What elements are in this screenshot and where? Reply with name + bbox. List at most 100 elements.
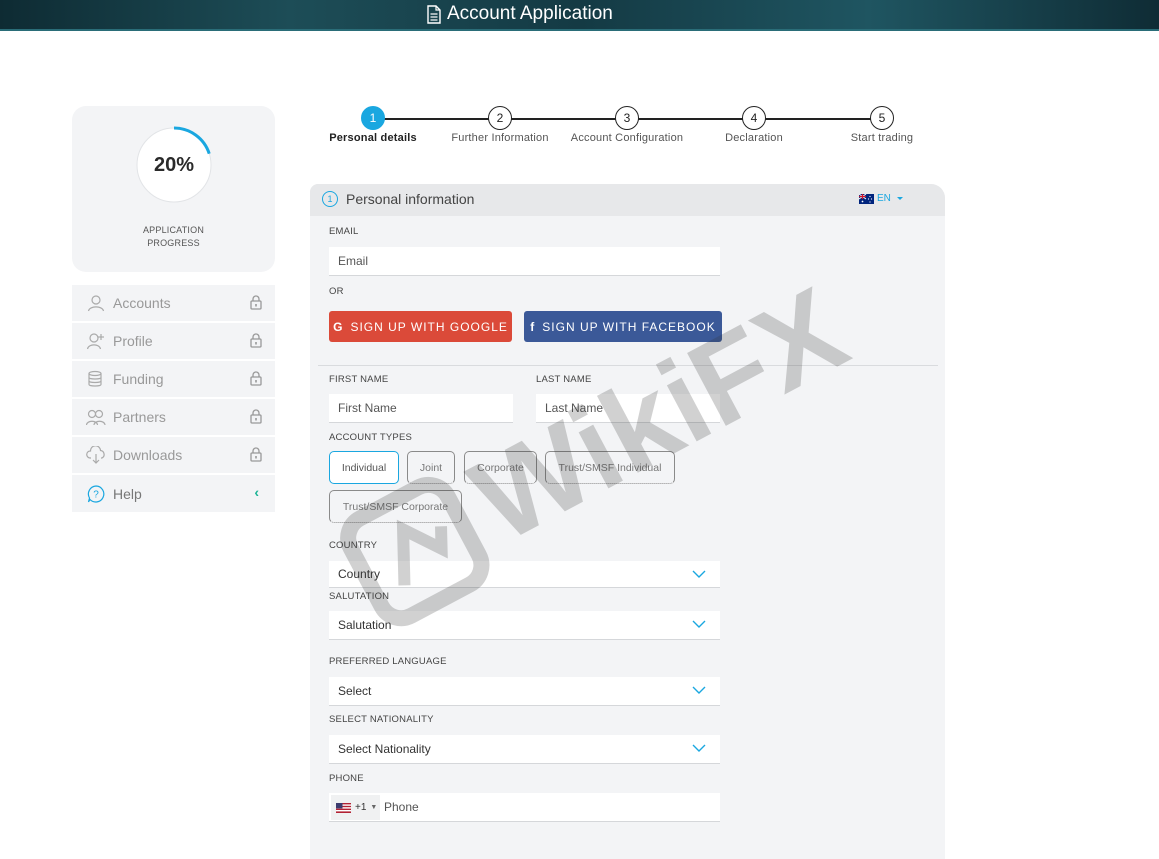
- sidebar-item-label: Accounts: [113, 295, 171, 311]
- step-label: Further Information: [451, 132, 549, 144]
- language-code: EN: [877, 193, 891, 204]
- panel-header: 1 Personal information EN: [310, 184, 945, 216]
- step-label: Personal details: [329, 132, 417, 144]
- account-type-trust-smsf-individual[interactable]: Trust/SMSF Individual: [545, 451, 675, 484]
- app-header: Account Application: [0, 0, 1159, 31]
- step-number: 3: [615, 106, 639, 130]
- email-input[interactable]: [329, 247, 720, 276]
- caret-down-icon: ▼: [370, 804, 378, 811]
- help-icon: ?: [86, 484, 106, 504]
- google-icon: G: [333, 319, 344, 334]
- phone-country-code-select[interactable]: +1 ▼: [331, 795, 380, 820]
- country-label: COUNTRY: [329, 540, 378, 551]
- step-number: 2: [488, 106, 512, 130]
- australia-flag-icon: [859, 193, 874, 204]
- form-divider: [318, 365, 938, 366]
- step-number: 1: [361, 106, 385, 130]
- cloud-download-icon: [86, 445, 106, 465]
- step-start-trading[interactable]: 5 Start trading: [812, 106, 952, 144]
- user-icon: [86, 293, 106, 313]
- step-declaration[interactable]: 4 Declaration: [684, 106, 824, 144]
- language-selector[interactable]: EN: [859, 193, 903, 204]
- step-personal-details[interactable]: 1 Personal details: [303, 106, 443, 144]
- preferred-language-value: Select: [338, 684, 372, 698]
- personal-information-panel: 1 Personal information EN EMAIL OR G SIG…: [310, 184, 945, 859]
- sidebar-item-help[interactable]: ? Help ‹: [72, 475, 275, 512]
- nationality-select-value: Select Nationality: [338, 742, 431, 756]
- phone-country-code: +1: [355, 802, 367, 813]
- step-further-information[interactable]: 2 Further Information: [430, 106, 570, 144]
- facebook-signup-label: SIGN UP WITH FACEBOOK: [542, 319, 716, 334]
- sidebar-item-label: Downloads: [113, 447, 183, 463]
- sidebar-item-downloads[interactable]: Downloads: [72, 437, 275, 473]
- sidebar-item-label: Partners: [113, 409, 166, 425]
- page-title-text: Account Application: [447, 3, 613, 24]
- sidebar-item-label: Funding: [113, 371, 164, 387]
- section-title: Personal information: [346, 191, 475, 207]
- or-label: OR: [329, 286, 344, 297]
- sidebar-item-label: Help: [113, 485, 142, 502]
- account-types-label: ACCOUNT TYPES: [329, 432, 413, 443]
- account-type-joint[interactable]: Joint: [407, 451, 455, 484]
- country-select-value: Country: [338, 567, 381, 581]
- step-account-configuration[interactable]: 3 Account Configuration: [557, 106, 697, 144]
- application-stepper: 1 Personal details 2 Further Information…: [320, 106, 930, 146]
- chevron-left-icon[interactable]: ‹: [254, 484, 259, 500]
- sidebar-item-funding[interactable]: Funding: [72, 361, 275, 397]
- progress-percent: 20%: [153, 153, 195, 176]
- account-type-trust-smsf-corporate[interactable]: Trust/SMSF Corporate: [329, 490, 462, 523]
- account-type-corporate[interactable]: Corporate: [464, 451, 537, 484]
- last-name-label: LAST NAME: [536, 374, 592, 385]
- google-signup-label: SIGN UP WITH GOOGLE: [350, 319, 508, 334]
- first-name-input[interactable]: [329, 394, 513, 423]
- salutation-select[interactable]: Salutation: [329, 611, 720, 640]
- first-name-label: FIRST NAME: [329, 374, 389, 385]
- step-label: Start trading: [850, 132, 914, 144]
- section-number-badge: 1: [322, 191, 338, 207]
- chevron-down-icon: [692, 744, 706, 752]
- sidebar-item-partners[interactable]: Partners: [72, 399, 275, 435]
- last-name-input[interactable]: [536, 394, 720, 423]
- phone-field: +1 ▼: [329, 793, 720, 822]
- chevron-down-icon: [692, 686, 706, 694]
- preferred-language-label: PREFERRED LANGUAGE: [329, 656, 447, 667]
- nationality-select[interactable]: Select Nationality: [329, 735, 720, 764]
- lock-icon: [250, 371, 262, 386]
- page-title: Account Application: [426, 2, 613, 26]
- lock-icon: [250, 333, 262, 348]
- step-number: 4: [742, 106, 766, 130]
- lock-icon: [250, 447, 262, 462]
- step-number: 5: [870, 106, 894, 130]
- lock-icon: [250, 295, 262, 310]
- phone-input[interactable]: [381, 793, 711, 821]
- email-label: EMAIL: [329, 226, 359, 237]
- application-progress-card: 20% APPLICATION PROGRESS: [72, 106, 275, 272]
- step-label: Declaration: [725, 132, 783, 144]
- user-plus-icon: [86, 331, 106, 351]
- sidebar-item-accounts[interactable]: Accounts: [72, 285, 275, 321]
- lock-icon: [250, 409, 262, 424]
- preferred-language-select[interactable]: Select: [329, 677, 720, 706]
- phone-label: PHONE: [329, 773, 364, 784]
- coins-icon: [86, 369, 106, 389]
- progress-label: APPLICATION PROGRESS: [142, 225, 205, 248]
- chevron-down-icon: [692, 620, 706, 628]
- facebook-icon: f: [530, 319, 536, 334]
- us-flag-icon: [336, 802, 351, 813]
- caret-down-icon: [896, 197, 903, 200]
- sidebar-item-label: Profile: [113, 333, 153, 349]
- salutation-label: SALUTATION: [329, 591, 390, 602]
- facebook-signup-button[interactable]: f SIGN UP WITH FACEBOOK: [524, 311, 722, 342]
- account-type-individual[interactable]: Individual: [329, 451, 399, 484]
- step-label: Account Configuration: [570, 132, 684, 144]
- svg-text:?: ?: [93, 489, 99, 500]
- chevron-down-icon: [692, 570, 706, 578]
- nationality-label: SELECT NATIONALITY: [329, 714, 434, 725]
- country-select[interactable]: Country: [329, 561, 720, 588]
- document-icon: [427, 4, 441, 24]
- google-signup-button[interactable]: G SIGN UP WITH GOOGLE: [329, 311, 512, 342]
- sidebar-item-profile[interactable]: Profile: [72, 323, 275, 359]
- salutation-select-value: Salutation: [338, 618, 392, 632]
- sidebar-menu: Accounts Profile Funding Partners Downlo…: [72, 285, 275, 514]
- users-icon: [86, 407, 106, 427]
